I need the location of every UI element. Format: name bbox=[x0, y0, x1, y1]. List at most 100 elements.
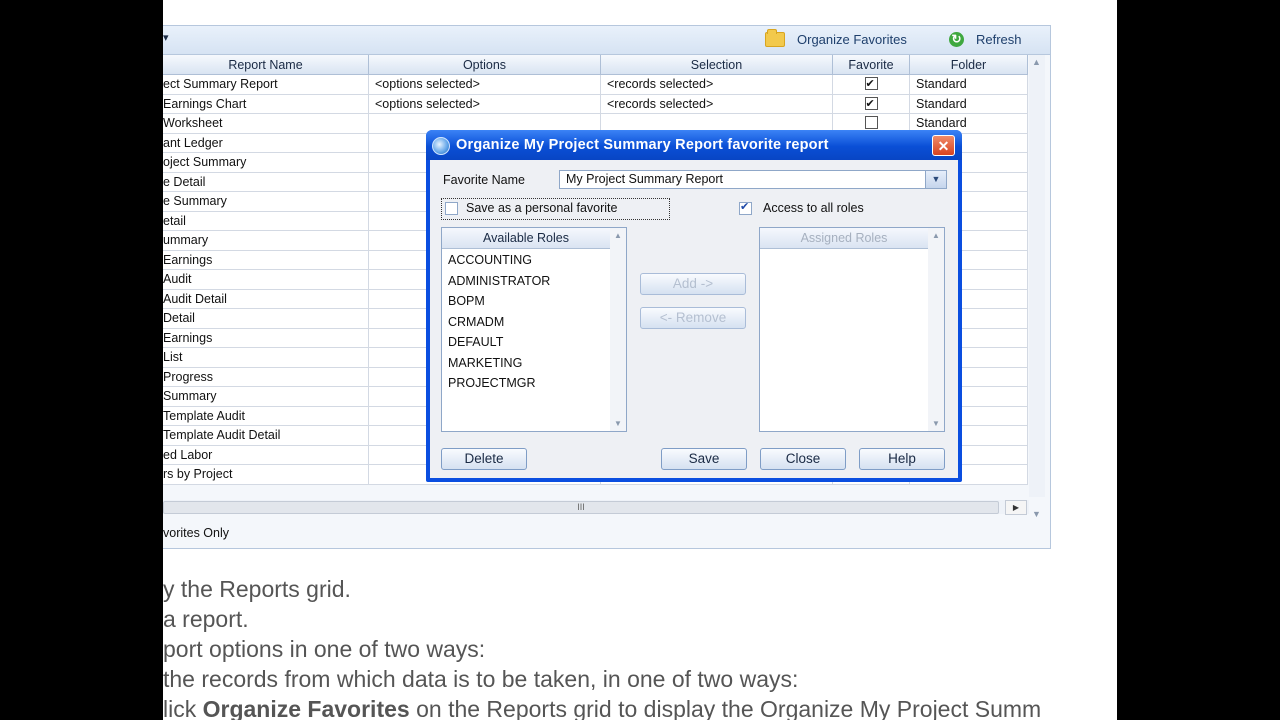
cell-name[interactable]: e Detail bbox=[163, 172, 369, 192]
cell-name[interactable]: Earnings bbox=[163, 250, 369, 270]
chevron-down-icon[interactable]: ▼ bbox=[925, 171, 946, 188]
refresh-label: Refresh bbox=[976, 32, 1022, 47]
help-button[interactable]: Help bbox=[859, 448, 945, 470]
assigned-roles-scrollbar[interactable]: ▲ ▼ bbox=[928, 228, 944, 431]
cell-selection[interactable]: <records selected> bbox=[601, 75, 833, 95]
cell-name[interactable]: rs by Project bbox=[163, 465, 369, 485]
instruction-line-5-bold: Organize Favorites bbox=[202, 696, 410, 720]
instruction-line-5-post: on the Reports grid to display the Organ… bbox=[409, 696, 1042, 720]
column-header-folder[interactable]: Folder bbox=[910, 55, 1028, 75]
table-row[interactable]: Earnings Chart <options selected> <records… bbox=[163, 94, 1028, 114]
organize-favorites-button[interactable]: Organize Favorites bbox=[765, 29, 907, 47]
instruction-line-4: the records from which data is to be tak… bbox=[163, 666, 799, 692]
cell-options[interactable]: <options selected> bbox=[369, 75, 601, 95]
access-all-roles-label: Access to all roles bbox=[763, 201, 864, 215]
list-item[interactable]: ACCOUNTING bbox=[448, 253, 532, 267]
cell-name[interactable]: Template Audit Detail bbox=[163, 426, 369, 446]
scroll-down-icon[interactable]: ▼ bbox=[614, 419, 622, 428]
access-all-roles-checkbox[interactable] bbox=[739, 200, 752, 215]
list-item[interactable]: ADMINISTRATOR bbox=[448, 274, 550, 288]
list-item[interactable]: BOPM bbox=[448, 294, 485, 308]
column-header-favorite[interactable]: Favorite bbox=[833, 55, 910, 75]
scroll-thumb[interactable]: III bbox=[163, 501, 999, 514]
column-header-options[interactable]: Options bbox=[369, 55, 601, 75]
cell-name[interactable]: etail bbox=[163, 211, 369, 231]
column-header-report-name[interactable]: Report Name bbox=[163, 55, 369, 75]
save-button[interactable]: Save bbox=[661, 448, 747, 470]
page: ▾ Organize Favorites ↻ Refresh Report Na… bbox=[163, 0, 1117, 720]
organize-favorites-label: Organize Favorites bbox=[797, 32, 907, 47]
instruction-line-2: a report. bbox=[163, 606, 249, 632]
folder-icon bbox=[765, 29, 785, 47]
cell-name[interactable]: Earnings Chart bbox=[163, 94, 369, 114]
favorites-only-label[interactable]: vorites Only bbox=[163, 526, 229, 540]
column-header-selection[interactable]: Selection bbox=[601, 55, 833, 75]
dialog-body: Favorite Name My Project Summary Report … bbox=[430, 160, 958, 478]
cell-name[interactable]: Audit Detail bbox=[163, 289, 369, 309]
scroll-up-icon[interactable]: ▲ bbox=[1032, 57, 1041, 67]
close-icon[interactable]: ✕ bbox=[932, 135, 955, 156]
favorite-checkbox[interactable] bbox=[864, 116, 878, 129]
app-globe-icon bbox=[432, 137, 450, 155]
cell-name[interactable]: ect Summary Report bbox=[163, 75, 369, 95]
instruction-line-1: y the Reports grid. bbox=[163, 576, 351, 602]
close-button[interactable]: Close bbox=[760, 448, 846, 470]
available-roles-scrollbar[interactable]: ▲ ▼ bbox=[610, 228, 626, 431]
instruction-line-5: lick Organize Favorites on the Reports g… bbox=[163, 696, 1041, 720]
dialog-title: Organize My Project Summary Report favor… bbox=[456, 137, 829, 153]
dialog-title-bar[interactable]: Organize My Project Summary Report favor… bbox=[426, 130, 962, 160]
personal-favorite-checkbox[interactable] bbox=[445, 202, 458, 215]
cell-selection[interactable]: <records selected> bbox=[601, 94, 833, 114]
favorite-checkbox[interactable] bbox=[864, 95, 878, 113]
cell-name[interactable]: Audit bbox=[163, 270, 369, 290]
instruction-line-3: port options in one of two ways: bbox=[163, 636, 486, 662]
grid-toolbar: ▾ Organize Favorites ↻ Refresh bbox=[163, 26, 1050, 55]
cell-name[interactable]: Earnings bbox=[163, 328, 369, 348]
refresh-icon: ↻ bbox=[949, 32, 964, 47]
cell-name[interactable]: Summary bbox=[163, 387, 369, 407]
cell-name[interactable]: oject Summary bbox=[163, 153, 369, 173]
delete-button[interactable]: Delete bbox=[441, 448, 527, 470]
scroll-right-icon[interactable]: ▶ bbox=[1005, 500, 1027, 515]
grid-vertical-scrollbar[interactable]: ▲ ▼ bbox=[1029, 55, 1045, 519]
remove-button[interactable]: <- Remove bbox=[640, 307, 746, 329]
cell-name[interactable]: ed Labor bbox=[163, 445, 369, 465]
cell-name[interactable]: Progress bbox=[163, 367, 369, 387]
cell-favorite[interactable] bbox=[833, 75, 910, 95]
cell-options[interactable]: <options selected> bbox=[369, 94, 601, 114]
available-roles-header: Available Roles bbox=[442, 228, 610, 249]
favorite-name-label: Favorite Name bbox=[443, 173, 525, 187]
list-item[interactable]: MARKETING bbox=[448, 356, 522, 370]
assigned-roles-header: Assigned Roles bbox=[760, 228, 928, 249]
cell-name[interactable]: Template Audit bbox=[163, 406, 369, 426]
scroll-up-icon[interactable]: ▲ bbox=[614, 231, 622, 240]
cell-name[interactable]: ummary bbox=[163, 231, 369, 251]
cell-name[interactable]: List bbox=[163, 348, 369, 368]
scroll-down-icon[interactable]: ▼ bbox=[1032, 509, 1041, 519]
refresh-button[interactable]: ↻ Refresh bbox=[949, 32, 1022, 47]
table-row[interactable]: ect Summary Report <options selected> <rec… bbox=[163, 75, 1028, 95]
personal-favorite-label: Save as a personal favorite bbox=[466, 201, 618, 215]
favorite-checkbox[interactable] bbox=[864, 75, 878, 94]
cell-name[interactable]: e Summary bbox=[163, 192, 369, 212]
scroll-up-icon[interactable]: ▲ bbox=[932, 231, 940, 240]
favorite-name-combobox[interactable]: My Project Summary Report ▼ bbox=[559, 170, 947, 189]
cell-folder[interactable]: Standard bbox=[910, 75, 1028, 95]
collapse-arrow-icon[interactable]: ▾ bbox=[163, 31, 169, 44]
list-item[interactable]: PROJECTMGR bbox=[448, 376, 536, 390]
scroll-down-icon[interactable]: ▼ bbox=[932, 419, 940, 428]
cell-favorite[interactable] bbox=[833, 94, 910, 114]
available-roles-list[interactable]: Available Roles ACCOUNTING ADMINISTRATOR B… bbox=[441, 227, 627, 432]
grid-horizontal-scrollbar[interactable]: III ▶ bbox=[163, 500, 1029, 515]
cell-name[interactable]: ant Ledger bbox=[163, 133, 369, 153]
list-item[interactable]: DEFAULT bbox=[448, 335, 503, 349]
list-item[interactable]: CRMADM bbox=[448, 315, 504, 329]
assigned-roles-list[interactable]: Assigned Roles ▲ ▼ bbox=[759, 227, 945, 432]
cell-name[interactable]: Detail bbox=[163, 309, 369, 329]
organize-favorite-dialog: Organize My Project Summary Report favor… bbox=[426, 130, 962, 482]
instruction-line-5-pre: lick bbox=[163, 696, 203, 720]
add-button[interactable]: Add -> bbox=[640, 273, 746, 295]
favorite-name-value: My Project Summary Report bbox=[566, 172, 723, 186]
cell-folder[interactable]: Standard bbox=[910, 94, 1028, 114]
cell-name[interactable]: Worksheet bbox=[163, 114, 369, 134]
